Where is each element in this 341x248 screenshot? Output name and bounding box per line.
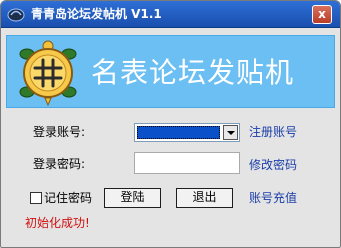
login-button[interactable]: 登陆 [104,188,161,208]
banner: 名表论坛发贴机 [6,35,335,108]
window-title: 青青岛论坛发帖机 V1.1 [31,7,162,21]
close-button[interactable]: x [312,5,332,24]
turtle-logo-icon [19,40,77,106]
banner-title: 名表论坛发贴机 [91,56,295,89]
account-combobox[interactable] [134,123,240,142]
app-icon [7,8,25,22]
register-link[interactable]: 注册账号 [249,123,297,141]
remember-password-label: 记住密码 [44,191,93,205]
remember-password-checkbox[interactable] [30,192,42,204]
recharge-link[interactable]: 账号充值 [249,189,297,207]
password-label: 登录密码: [33,157,86,171]
chevron-down-icon[interactable] [223,125,238,140]
status-text: 初始化成功! [25,216,90,230]
app-window: 青青岛论坛发帖机 V1.1 x 名表论坛发贴机 登录账号: 注册账号 登录密码:… [0,0,341,248]
password-field[interactable] [134,152,240,174]
change-password-link[interactable]: 修改密码 [249,156,297,174]
account-selected-value [137,126,220,139]
exit-button[interactable]: 退出 [176,188,233,208]
close-icon: x [318,7,326,21]
title-bar[interactable]: 青青岛论坛发帖机 V1.1 x [1,1,340,28]
account-label: 登录账号: [33,125,86,139]
